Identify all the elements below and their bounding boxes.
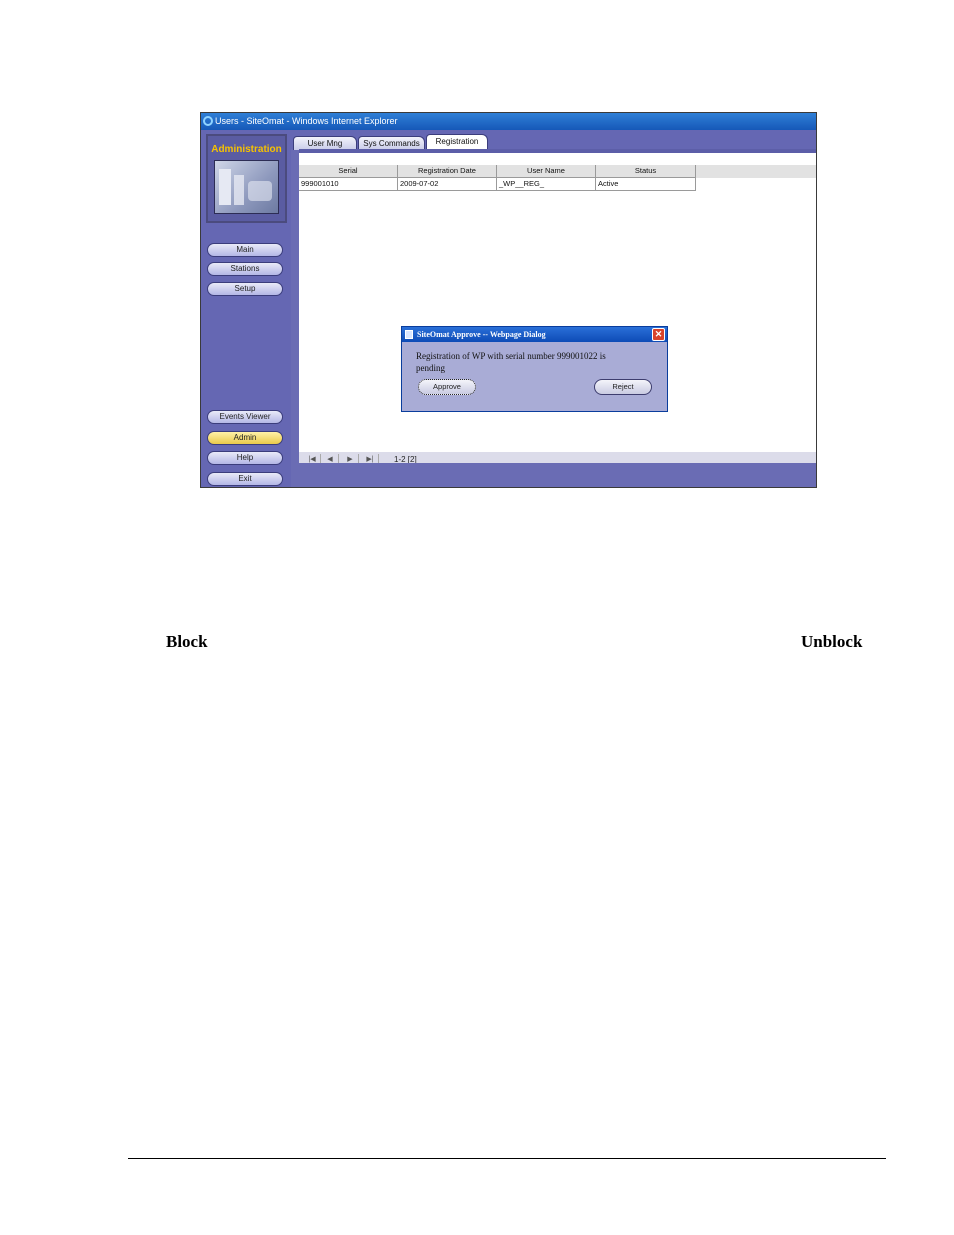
close-icon[interactable]: ✕: [652, 328, 665, 341]
sidebar: Administration Main Stations Setup Event…: [201, 130, 291, 487]
unblock-term: Unblock: [801, 632, 863, 651]
nav-stations-button[interactable]: Stations: [207, 262, 283, 276]
nav-events-viewer-button[interactable]: Events Viewer: [207, 410, 283, 424]
cell-registration-date: 2009-07-02: [398, 178, 497, 191]
block-term: Block: [166, 632, 208, 651]
dialog-title: SiteOmat Approve -- Webpage Dialog: [417, 330, 546, 339]
nav-exit-button[interactable]: Exit: [207, 472, 283, 486]
footer-divider: [128, 1158, 886, 1159]
reject-button[interactable]: Reject: [594, 379, 652, 395]
nav-help-button[interactable]: Help: [207, 451, 283, 465]
window-title-bar: Users - SiteOmat - Windows Internet Expl…: [201, 113, 816, 130]
admin-illustration-icon: [214, 160, 279, 214]
approve-button[interactable]: Approve: [418, 379, 476, 395]
registration-panel: Serial Registration Date User Name Statu…: [299, 149, 816, 484]
nav-setup-button[interactable]: Setup: [207, 282, 283, 296]
logo-title: Administration: [211, 144, 282, 155]
column-header-serial[interactable]: Serial: [299, 165, 398, 178]
column-header-user-name[interactable]: User Name: [497, 165, 596, 178]
dialog-message: Registration of WP with serial number 99…: [416, 351, 606, 373]
window-title: Users - SiteOmat - Windows Internet Expl…: [215, 116, 398, 126]
nav-admin-button[interactable]: Admin: [207, 431, 283, 445]
column-header-registration-date[interactable]: Registration Date: [398, 165, 497, 178]
table-header: Serial Registration Date User Name Statu…: [299, 165, 816, 178]
tab-bar: User Mng Sys Commands Registration: [291, 130, 816, 150]
admin-logo: Administration: [206, 134, 287, 223]
cell-user-name: _WP__REG_: [497, 178, 596, 191]
tab-sys-commands[interactable]: Sys Commands: [358, 136, 425, 150]
tab-registration[interactable]: Registration: [426, 134, 488, 150]
column-header-status[interactable]: Status: [596, 165, 696, 178]
approve-dialog: SiteOmat Approve -- Webpage Dialog ✕ Reg…: [401, 326, 668, 412]
cell-status: Active: [596, 178, 696, 191]
dialog-page-icon: [405, 330, 413, 339]
cell-serial: 999001010: [299, 178, 398, 191]
internet-explorer-icon: [203, 116, 213, 126]
tab-user-mng[interactable]: User Mng: [293, 136, 357, 150]
dialog-title-bar: SiteOmat Approve -- Webpage Dialog ✕: [402, 327, 667, 342]
browser-window: Users - SiteOmat - Windows Internet Expl…: [200, 112, 817, 488]
nav-main-button[interactable]: Main: [207, 243, 283, 257]
